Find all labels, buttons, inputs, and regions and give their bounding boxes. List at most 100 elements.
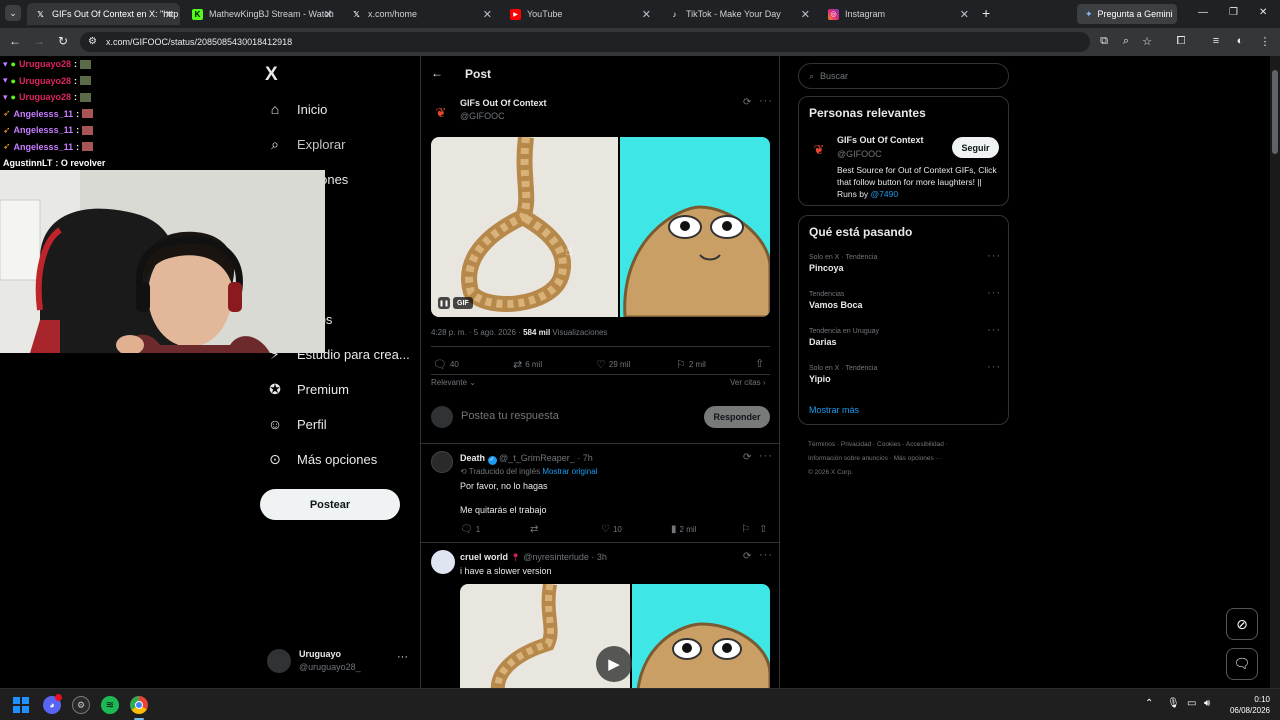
trend-item[interactable]: Tendencia en Uruguay Darias ··· [809, 324, 1000, 347]
trend-item[interactable]: Solo en X · Tendencia Yipio ··· [809, 361, 1000, 384]
repost-action[interactable]: ⇄ 6 mil [513, 358, 542, 371]
cast-icon[interactable]: ⧉ [1096, 33, 1112, 49]
more-dots-icon[interactable]: ··· [987, 324, 1001, 336]
repost-action[interactable]: ⇄ [530, 524, 538, 535]
share-action[interactable]: ⇧ [755, 357, 764, 370]
bio-link[interactable]: @7490 [871, 189, 899, 199]
minimize-window-icon[interactable]: — [1198, 7, 1208, 18]
post-time[interactable]: 4:28 p. m. · 5 ago. 2026 · [431, 328, 523, 337]
extensions-icon[interactable]: ⧠ [1173, 33, 1189, 49]
trend-item[interactable]: Solo en X · Tendencia Pincoya ··· [809, 250, 1000, 273]
trend-item[interactable]: Tendencias Vamos Boca ··· [809, 287, 1000, 310]
close-tab-icon[interactable]: ✕ [960, 8, 969, 21]
windows-start-icon[interactable] [13, 697, 29, 713]
nav-profile[interactable]: ☺ Perfil [267, 416, 327, 432]
author-name[interactable]: GIFs Out Of Context [460, 98, 547, 108]
reply-button[interactable]: Responder [704, 406, 770, 428]
view-quotes-link[interactable]: Ver citas › [730, 378, 766, 387]
reply-video[interactable]: ▶ [460, 584, 770, 688]
post-button[interactable]: Postear [260, 489, 400, 520]
relevant-handle[interactable]: @GIFOOC [837, 149, 882, 159]
nav-explore[interactable]: ⌕ Explorar [267, 136, 345, 152]
relevant-name[interactable]: GIFs Out Of Context [837, 135, 924, 145]
grok-icon[interactable]: ⟳ [743, 452, 751, 463]
post-gif[interactable]: ❚❚ GIF [431, 137, 770, 317]
volume-icon[interactable]: 🔊︎ [1204, 698, 1210, 709]
new-tab-button[interactable]: + [982, 5, 990, 21]
steam-icon[interactable]: ⚙ [72, 696, 90, 714]
more-dots-icon[interactable]: ··· [759, 450, 773, 462]
site-info-icon[interactable]: ⚙ [88, 36, 97, 47]
tab-instagram[interactable]: ◎ Instagram ✕ [820, 3, 975, 25]
grok-float-button[interactable]: ⊘ [1226, 608, 1258, 640]
clock[interactable]: 0:10 06/08/2026 [1222, 694, 1270, 716]
more-dots-icon[interactable]: ··· [397, 651, 408, 663]
show-original-link[interactable]: Mostrar original [542, 467, 597, 476]
author-handle[interactable]: @GIFOOC [460, 111, 505, 121]
close-tab-icon[interactable]: ✕ [801, 8, 810, 21]
bookmark-action[interactable]: ⚐ [741, 524, 750, 535]
share-action[interactable]: ⇧ [759, 524, 767, 535]
more-dots-icon[interactable]: ··· [987, 361, 1001, 373]
views-action[interactable]: ▮ 2 mil [671, 524, 696, 535]
like-action[interactable]: ♡ 10 [601, 524, 622, 535]
reply-action[interactable]: 🗨︎ 1 [460, 524, 480, 535]
reload-icon[interactable]: ↻ [55, 33, 71, 49]
back-arrow-icon[interactable]: ← [7, 33, 23, 49]
reply-post-cruel-world[interactable]: cruel world 📍︎ @nyresinterlude · 3h ⟳ ··… [421, 543, 780, 688]
close-tab-icon[interactable]: ✕ [165, 8, 174, 21]
close-window-icon[interactable]: ✕ [1259, 7, 1267, 18]
tab-youtube[interactable]: ▶ YouTube ✕ [502, 3, 657, 25]
zoom-icon[interactable]: ⌕ [1118, 33, 1134, 49]
bookmark-star-icon[interactable]: ☆ [1139, 33, 1155, 49]
close-tab-icon[interactable]: ✕ [324, 8, 333, 21]
account-switcher[interactable]: Uruguayo @uruguayo28_ ··· [267, 647, 412, 677]
like-action[interactable]: ♡ 29 mil [596, 358, 630, 371]
sort-dropdown[interactable]: Relevante ⌄ [431, 378, 476, 387]
back-button[interactable]: ← [431, 66, 443, 80]
reply-action[interactable]: 🗨︎ 40 [433, 358, 459, 371]
media-controls-icon[interactable]: ≡ [1208, 33, 1224, 49]
ask-gemini-button[interactable]: ✦ Pregunta a Gemini [1077, 4, 1177, 24]
tab-x-home[interactable]: 𝕏 x.com/home ✕ [343, 3, 498, 25]
search-input[interactable]: ⌕ Buscar [798, 63, 1009, 89]
messages-float-button[interactable]: 🗨︎ [1226, 648, 1258, 680]
reply-post-death[interactable]: Death ✓ @_t_GrimReaper_ · 7h ⟳ ··· ⟲ Tra… [421, 444, 780, 542]
follow-button[interactable]: Seguir [952, 137, 999, 158]
reply-input[interactable]: Postea tu respuesta [461, 410, 701, 422]
browser-menu-icon[interactable]: ⋮ [1257, 33, 1273, 49]
show-more-link[interactable]: Mostrar más [809, 405, 859, 415]
gif-pause-button[interactable]: ❚❚ [438, 297, 450, 309]
network-icon[interactable]: ▭ [1187, 698, 1196, 709]
x-logo-icon[interactable]: X [265, 64, 278, 86]
address-bar[interactable]: ⚙ x.com/GIFOOC/status/208508543001841291… [80, 32, 1090, 52]
more-dots-icon[interactable]: ··· [759, 549, 773, 561]
author-avatar[interactable]: ❦ [809, 140, 829, 160]
forward-arrow-icon[interactable]: → [31, 33, 47, 49]
grok-icon[interactable]: ⟳ [743, 551, 751, 562]
page-scrollbar[interactable] [1270, 56, 1280, 688]
tab-kick-stream[interactable]: K MathewKingBJ Stream - Watch ✕ [184, 3, 339, 25]
tab-list-button[interactable]: ⌄ [5, 5, 21, 21]
play-button[interactable]: ▶ [596, 646, 632, 682]
spotify-icon[interactable]: ≋ [101, 696, 119, 714]
microphone-icon[interactable]: 🎙︎ [1167, 698, 1180, 709]
scrollbar-thumb[interactable] [1272, 70, 1278, 154]
more-dots-icon[interactable]: ··· [759, 95, 773, 107]
bookmark-action[interactable]: ⚐ 2 mil [676, 358, 706, 371]
more-dots-icon[interactable]: ··· [987, 287, 1001, 299]
tab-gifooc[interactable]: 𝕏 GIFs Out Of Context en X: "http ✕ [27, 3, 180, 25]
author-avatar[interactable]: ❦ [431, 103, 451, 123]
nav-premium[interactable]: ✪ Premium [267, 381, 349, 397]
restore-window-icon[interactable]: ❐ [1229, 7, 1238, 18]
grok-icon[interactable]: ⟳ [743, 97, 751, 108]
chrome-icon[interactable] [130, 696, 148, 714]
close-tab-icon[interactable]: ✕ [642, 8, 651, 21]
more-dots-icon[interactable]: ··· [987, 250, 1001, 262]
nav-more-options[interactable]: ⊙ Más opciones [267, 451, 377, 467]
tray-chevron-up-icon[interactable]: ⌃ [1145, 698, 1153, 709]
nav-home[interactable]: ⌂ Inicio [267, 101, 328, 117]
tab-tiktok[interactable]: ♪ TikTok - Make Your Day ✕ [661, 3, 816, 25]
close-tab-icon[interactable]: ✕ [483, 8, 492, 21]
profile-icon[interactable]: ◐ [1232, 33, 1248, 49]
